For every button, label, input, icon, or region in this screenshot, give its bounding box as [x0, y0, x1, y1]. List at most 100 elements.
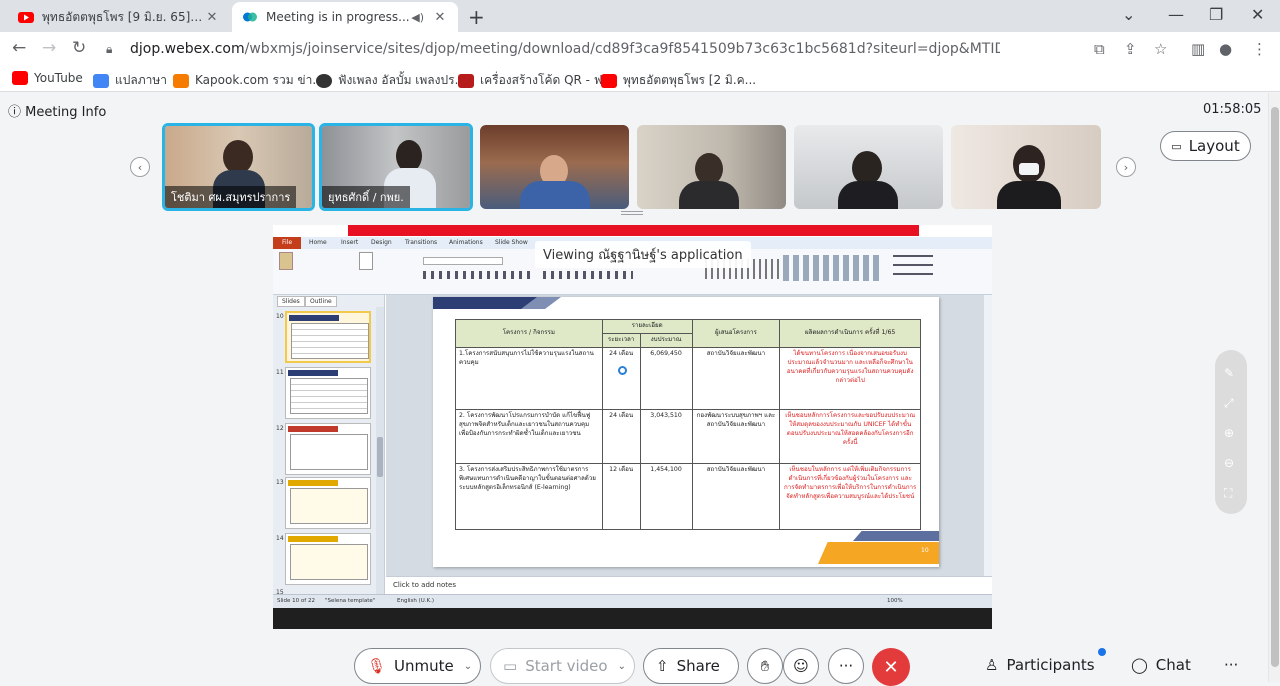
tab-title: พุทธอัตตพุธโพร [9 มิ.ย. 65] "อยากกา...: [42, 9, 204, 24]
video-tile-2[interactable]: ยุทธศักดิ์ / กพย.: [319, 123, 473, 211]
slide-number: 13: [276, 479, 284, 486]
chevron-down-icon[interactable]: ⌄: [618, 661, 626, 672]
slide-thumbnail[interactable]: [285, 367, 371, 419]
new-tab-icon[interactable]: +: [468, 5, 485, 29]
url-text: djop.webex.com/wbxmjs/joinservice/sites/…: [130, 41, 1000, 57]
cell-owner: สถาบันวิจัยและพัฒนา: [691, 346, 781, 410]
webex-icon: [243, 12, 257, 22]
share-page-icon[interactable]: ⇪: [1124, 40, 1137, 58]
slide-thumbnail[interactable]: [285, 423, 371, 475]
tab-title: Meeting is in progress...: [266, 10, 410, 24]
forward-icon[interactable]: →: [42, 38, 56, 58]
slide-thumbnail[interactable]: [285, 311, 371, 363]
annotate-icon[interactable]: ✎: [1224, 366, 1234, 380]
translate-icon: [93, 73, 109, 88]
chat-button[interactable]: ◯ Chat: [1131, 656, 1191, 674]
maximize-icon[interactable]: ❐: [1209, 5, 1223, 24]
layout-icon: ▭: [1171, 139, 1182, 153]
resize-grip-icon[interactable]: [621, 211, 643, 215]
bookmark-star-icon[interactable]: ☆: [1154, 40, 1167, 58]
pp-paragraph-tools: [543, 271, 633, 279]
next-video-icon[interactable]: ›: [1116, 157, 1136, 177]
cell-owner: สถาบันวิจัยและพัฒนา: [691, 462, 781, 530]
hand-icon: ✋︎: [760, 657, 770, 675]
participants-button[interactable]: ♙ Participants: [985, 656, 1095, 674]
close-window-icon[interactable]: ✕: [1251, 5, 1264, 24]
more-panels-button[interactable]: ···: [1224, 656, 1238, 674]
fullscreen-icon[interactable]: ⛶: [1224, 486, 1232, 501]
bookmark-music[interactable]: ฟังเพลง อัลบั้ม เพลงปร...: [316, 71, 466, 90]
video-tile-6[interactable]: [951, 125, 1101, 209]
layout-button[interactable]: ▭ Layout: [1160, 131, 1251, 161]
pp-drawing-tools: [783, 255, 883, 281]
participants-icon: ♙: [985, 656, 999, 674]
profile-icon[interactable]: ●: [1219, 40, 1232, 58]
slide-number: 14: [276, 535, 284, 542]
previous-video-icon[interactable]: ‹: [130, 157, 150, 177]
video-tile-3[interactable]: [480, 125, 629, 209]
cell-result: เห็นชอบในหลักการ แต่ให้เพิ่มเติมกิจกรรมก…: [779, 462, 921, 530]
header-owner: ผู้เสนอโครงการ: [691, 319, 781, 348]
reactions-button[interactable]: ☺: [783, 648, 819, 684]
status-slide: Slide 10 of 22: [277, 598, 315, 604]
bookmark-kapook[interactable]: Kapook.com รวม ข่า...: [173, 71, 324, 90]
notification-dot: [1098, 648, 1106, 656]
pp-new-slide-icon: [359, 252, 373, 270]
side-panel-icon[interactable]: ▥: [1191, 40, 1205, 58]
fit-icon[interactable]: ⤢: [1224, 396, 1234, 411]
more-icon: ···: [1224, 656, 1239, 674]
pp-slides-scrollbar[interactable]: [376, 307, 384, 597]
video-tile-5[interactable]: [794, 125, 943, 209]
start-video-button[interactable]: ▭ Start video ⌄: [490, 648, 635, 684]
slide-table: โครงการ / กิจกรรม รายละเอียด ผู้เสนอโครง…: [455, 319, 921, 530]
translate-icon[interactable]: ⧉: [1094, 40, 1105, 58]
status-theme: "Selena template": [325, 598, 376, 604]
shared-screen: Home Insert Design Transitions Animation…: [273, 225, 992, 629]
scrollbar-thumb[interactable]: [1271, 107, 1279, 667]
more-options-button[interactable]: ···: [828, 648, 864, 684]
table-row: 1.โครงการสนับสนุนการไม่ใช้ความรุนแรงในสถ…: [455, 346, 921, 410]
slide-thumbnail[interactable]: [285, 533, 371, 585]
address-bar[interactable]: 🔒︎ djop.webex.com/wbxmjs/joinservice/sit…: [100, 37, 1190, 61]
pp-font-tools: [423, 271, 533, 279]
mic-muted-icon: 🎙︎: [367, 657, 387, 675]
menu-kebab-icon[interactable]: ⋮: [1252, 40, 1267, 58]
close-tab-icon[interactable]: ✕: [204, 10, 220, 25]
pp-canvas-scrollbar[interactable]: [984, 295, 992, 576]
browser-tab-youtube[interactable]: พุทธอัตตพุธโพร [9 มิ.ย. 65] "อยากกา... ✕: [8, 2, 230, 32]
pp-notes[interactable]: Click to add notes: [386, 576, 992, 592]
bookmark-translate[interactable]: แปลภาษา: [93, 71, 167, 90]
speaker-icon[interactable]: ◀︎): [411, 11, 424, 24]
bookmark-qr[interactable]: เครื่องสร้างโค้ด QR - ฟ...: [458, 71, 614, 90]
bookmark-youtube[interactable]: YouTube: [12, 71, 83, 85]
cell-result: เห็นชอบหลักการโครงการและขอปรับงบประมาณให…: [779, 408, 921, 464]
video-tile-4[interactable]: [637, 125, 786, 209]
reload-icon[interactable]: ↻: [72, 38, 86, 58]
cell-budget: 1,454,100: [639, 462, 693, 530]
youtube-icon: [601, 73, 617, 88]
chevron-down-icon[interactable]: ⌄: [464, 661, 472, 672]
cell-owner: กองพัฒนาระบบสุขภาพฯ และสถาบันวิจัยและพัฒ…: [691, 408, 781, 464]
unmute-button[interactable]: 🎙︎ Unmute ⌄: [354, 648, 481, 684]
zoom-out-icon[interactable]: ⊖: [1224, 456, 1234, 470]
slide: โครงการ / กิจกรรม รายละเอียด ผู้เสนอโครง…: [433, 297, 939, 567]
close-tab-icon[interactable]: ✕: [432, 10, 448, 25]
back-icon[interactable]: ←: [12, 38, 26, 58]
table-row: 2. โครงการพัฒนาโปรแกรมการบำบัด แก้ไขฟื้น…: [455, 408, 921, 464]
table-row: 3. โครงการส่งเสริมประสิทธิภาพการใช้มาตรก…: [455, 462, 921, 530]
slide-thumbnail[interactable]: [285, 477, 371, 529]
bookmark-youtube-2[interactable]: พุทธอัตตพุธโพร [2 มิ.ค...: [601, 71, 756, 90]
share-button[interactable]: ⇧ Share: [643, 648, 739, 684]
header-result: ผลิตผลการดำเนินการ ครั้งที่ 1/65: [779, 319, 921, 348]
meeting-info-button[interactable]: ⓘ Meeting Info: [8, 101, 106, 120]
video-tile-1[interactable]: โชติมา ศผ.สมุทรปราการ: [162, 123, 315, 211]
tab-search-icon[interactable]: ⌄: [1122, 5, 1135, 24]
raise-hand-button[interactable]: ✋︎: [747, 648, 783, 684]
close-icon: ✕: [883, 656, 899, 678]
minimize-icon[interactable]: —: [1168, 5, 1184, 24]
header-budget: งบประมาณ: [639, 332, 693, 348]
page-scrollbar[interactable]: [1268, 93, 1280, 682]
leave-meeting-button[interactable]: ✕: [872, 648, 910, 686]
zoom-in-icon[interactable]: ⊕: [1224, 426, 1234, 440]
browser-tab-webex[interactable]: Meeting is in progress... ◀︎) ✕: [232, 2, 458, 32]
